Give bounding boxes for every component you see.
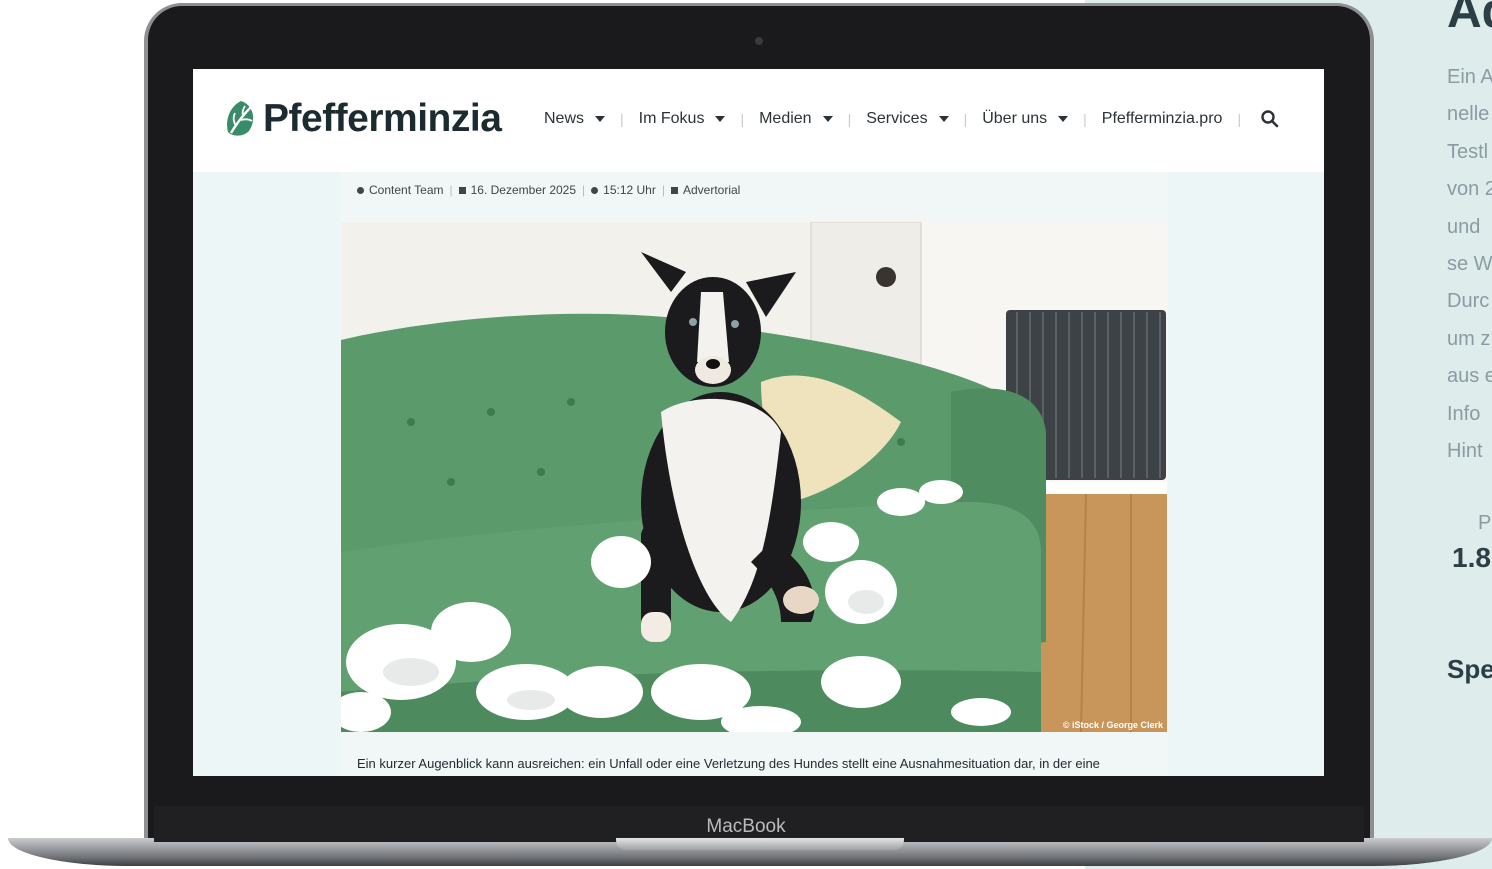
side-line: Ein A (1447, 66, 1492, 88)
caret-down-icon (938, 116, 949, 122)
side-line: Testl (1447, 141, 1489, 163)
side-stat-label: P (1478, 512, 1492, 534)
photo-credit: © iStock / George Clerk (1062, 720, 1163, 730)
clock-icon (591, 186, 599, 194)
nav-item-news[interactable]: News (544, 110, 606, 128)
nav-separator: | (1237, 111, 1242, 127)
nav-label: Über uns (982, 110, 1048, 127)
image-caption: Ein kurzer Augenblick kann ausreichen: e… (357, 756, 1100, 771)
search-glyph (1261, 110, 1279, 128)
meta-category[interactable]: Advertorial (683, 183, 740, 197)
main-nav: News | Im Fokus | Medien | Services | Üb… (544, 109, 1280, 129)
camera-icon (755, 37, 763, 45)
nav-item-ueber-uns[interactable]: Über uns (982, 110, 1069, 128)
side-line: aus e (1447, 365, 1492, 387)
side-article-text: Ad Ein A nelle Testl von 2 und se W Durc… (1447, 0, 1492, 869)
nav-label: Pfefferminzia.pro (1101, 110, 1223, 127)
tag-icon (670, 186, 678, 194)
side-line: Durc (1447, 290, 1490, 312)
caret-down-icon (595, 116, 606, 122)
calendar-icon (458, 186, 466, 194)
nav-label: Im Fokus (638, 110, 705, 127)
nav-separator: | (847, 111, 852, 127)
article-hero-image: © iStock / George Clerk (341, 222, 1167, 732)
side-line: se W (1447, 253, 1492, 275)
side-subheading: Spe (1447, 654, 1492, 684)
site-logo[interactable]: Pfefferminzia (223, 97, 502, 141)
nav-label: Services (866, 110, 928, 127)
caret-down-icon (1058, 116, 1069, 122)
meta-separator: | (661, 183, 665, 197)
dog-on-sofa-illustration (341, 222, 1167, 732)
caret-down-icon (822, 116, 833, 122)
article-meta: Content Team | 16. Dezember 2025 | 15:12… (357, 183, 740, 197)
meta-separator: | (449, 183, 453, 197)
nav-separator: | (1083, 111, 1087, 127)
logo-text: Pfefferminzia (263, 97, 502, 140)
nav-item-im-fokus[interactable]: Im Fokus (639, 110, 726, 128)
article: Content Team | 16. Dezember 2025 | 15:12… (340, 172, 1168, 776)
side-stat-value: 1.8 (1452, 542, 1491, 573)
search-icon[interactable] (1260, 109, 1280, 129)
nav-item-services[interactable]: Services (866, 110, 949, 128)
nav-label: News (544, 110, 585, 127)
user-icon (357, 186, 364, 194)
side-line: Info (1447, 403, 1481, 425)
nav-item-pfefferminzia-pro[interactable]: Pfefferminzia.pro (1102, 110, 1223, 128)
nav-separator: | (620, 111, 624, 127)
nav-separator: | (740, 111, 745, 127)
laptop-screen: Pfefferminzia News | Im Fokus | Medien |… (193, 69, 1324, 776)
caret-down-icon (715, 116, 726, 122)
nav-item-medien[interactable]: Medien (759, 110, 833, 128)
side-line: und (1447, 216, 1481, 238)
site-header: Pfefferminzia News | Im Fokus | Medien |… (193, 69, 1324, 172)
meta-time: 15:12 Uhr (603, 183, 656, 197)
meta-separator: | (582, 183, 586, 197)
side-heading: Ad (1447, 0, 1492, 38)
nav-label: Medien (759, 110, 812, 127)
laptop-notch (616, 838, 904, 850)
laptop-brand-label: MacBook (706, 816, 786, 837)
mint-leaf-icon (227, 101, 254, 136)
meta-author[interactable]: Content Team (369, 183, 444, 197)
meta-date: 16. Dezember 2025 (470, 183, 577, 197)
side-line: nelle (1447, 103, 1490, 125)
side-line: von 2 (1447, 178, 1492, 200)
side-line: um z (1447, 328, 1491, 350)
nav-separator: | (963, 111, 968, 127)
side-line: Hint (1447, 440, 1483, 462)
